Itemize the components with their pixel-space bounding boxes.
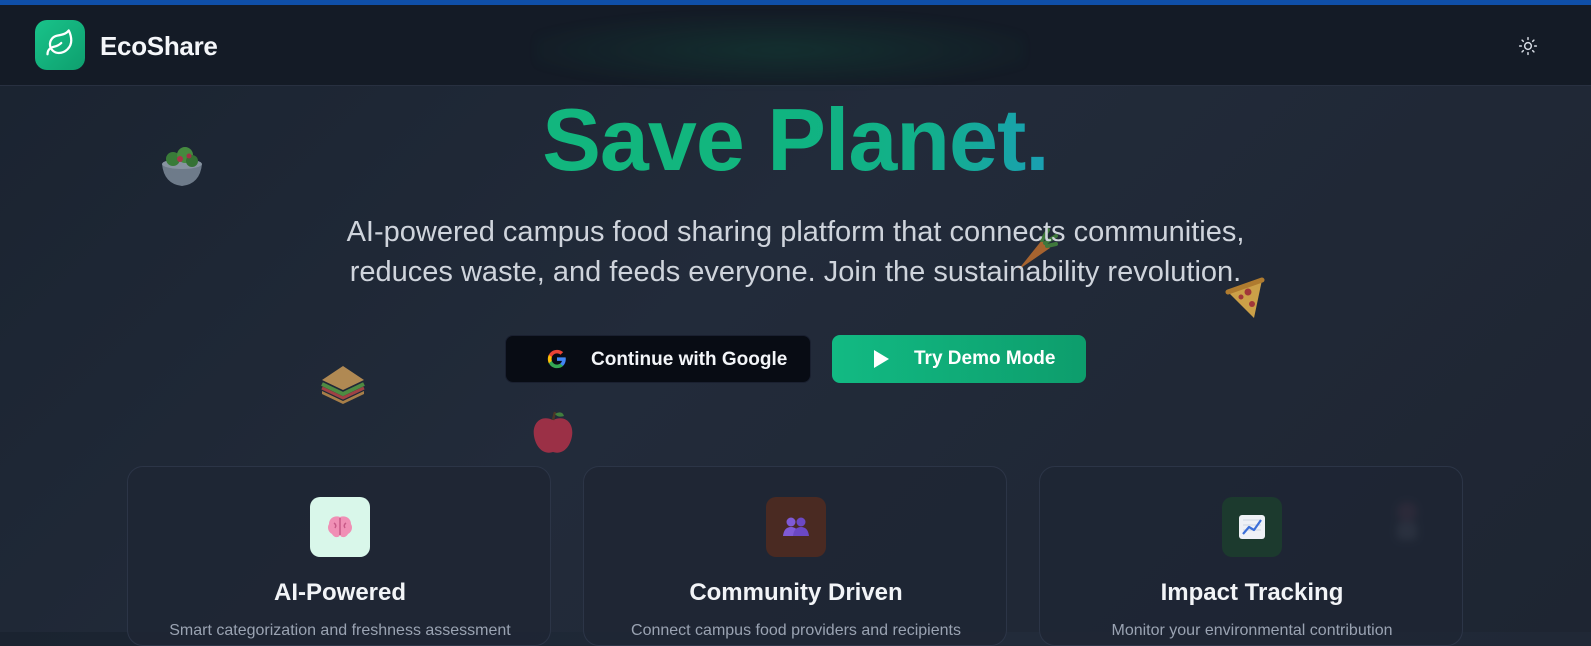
chart-icon xyxy=(1222,497,1282,557)
feature-description: Monitor your environmental contribution xyxy=(1111,622,1393,639)
apple-icon xyxy=(530,408,576,461)
try-demo-mode-button[interactable]: Try Demo Mode xyxy=(832,335,1086,383)
hero-title: Save Planet. xyxy=(0,90,1591,190)
feature-title: AI-Powered xyxy=(273,579,407,606)
continue-with-google-button[interactable]: Continue with Google xyxy=(505,335,811,383)
theme-toggle-button[interactable] xyxy=(1515,35,1541,61)
feature-card-impact-tracking: Impact Tracking Monitor your environment… xyxy=(1039,466,1463,646)
google-icon xyxy=(546,348,568,376)
feature-title: Impact Tracking xyxy=(1160,579,1344,606)
logo[interactable] xyxy=(35,20,85,70)
demo-button-label: Try Demo Mode xyxy=(914,348,1056,369)
sun-icon xyxy=(1518,36,1538,61)
navbar: EcoShare xyxy=(0,5,1591,86)
nav-glow-decoration xyxy=(535,15,1025,85)
leaf-icon xyxy=(45,28,75,63)
brain-icon xyxy=(310,497,370,557)
hero-subtitle: AI-powered campus food sharing platform … xyxy=(300,212,1291,292)
feature-description: Smart categorization and freshness asses… xyxy=(169,622,511,639)
feature-card-community-driven: Community Driven Connect campus food pro… xyxy=(583,466,1007,646)
feature-description: Connect campus food providers and recipi… xyxy=(631,622,961,639)
hero-title-word-planet: Planet. xyxy=(767,90,1050,189)
people-icon xyxy=(766,497,826,557)
sandwich-icon xyxy=(320,362,366,411)
google-button-label: Continue with Google xyxy=(591,349,788,370)
hero-title-word-save: Save xyxy=(542,90,745,189)
feature-card-ai-powered: AI-Powered Smart categorization and fres… xyxy=(127,466,551,646)
hero-subtitle-line-1: AI-powered campus food sharing platform … xyxy=(346,216,1245,248)
hero-subtitle-line-2: reduces waste, and feeds everyone. Join … xyxy=(349,256,1242,288)
brand-name: EcoShare xyxy=(100,31,218,61)
feature-title: Community Driven xyxy=(689,579,903,606)
play-icon xyxy=(872,349,890,375)
